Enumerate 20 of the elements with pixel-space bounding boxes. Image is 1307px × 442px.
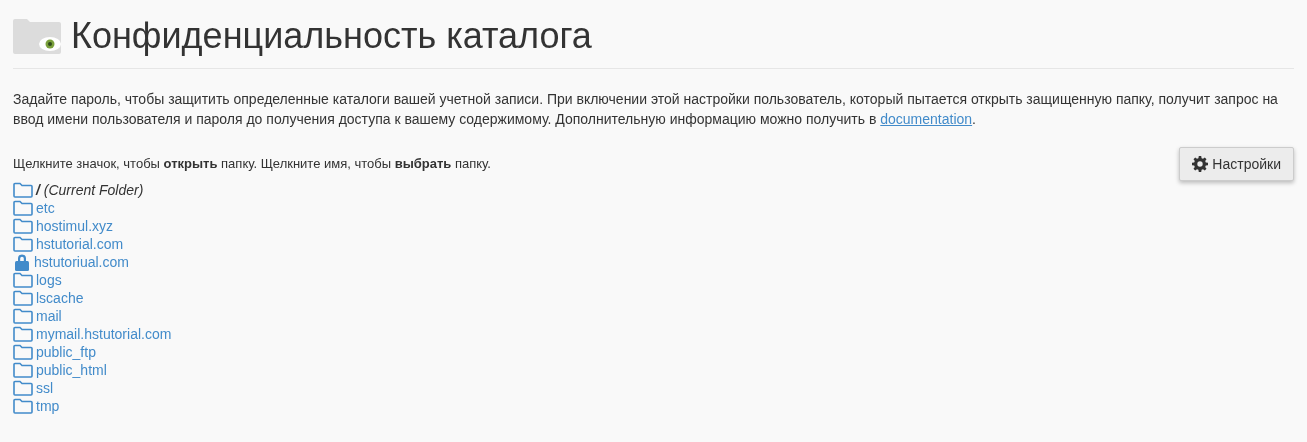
folder-icon[interactable]	[13, 272, 33, 288]
settings-icon	[1192, 156, 1209, 172]
lock-icon[interactable]	[13, 253, 31, 271]
folder-icon[interactable]	[13, 200, 33, 216]
folder-icon[interactable]	[13, 362, 33, 378]
settings-button[interactable]: Настройки	[1179, 147, 1294, 181]
description-text: Задайте пароль, чтобы защитить определенные каталоги вашей учетной записи. При включении этой настройки пользователь, который пытается открыть защищенную папку, получит запрос на ввод имени пользователя и пароля до получения доступа к вашему содержимому. Дополнительную информацию можно получить в documentation.	[13, 90, 1279, 129]
folder-icon[interactable]	[13, 380, 33, 396]
folder-icon[interactable]	[13, 182, 33, 198]
folder-icon[interactable]	[13, 236, 33, 252]
documentation-link[interactable]: documentation	[880, 111, 973, 127]
folder-icon[interactable]	[13, 218, 33, 234]
folder-icon[interactable]	[13, 326, 33, 342]
folder-eye-icon	[13, 18, 61, 54]
folder-icon[interactable]	[13, 308, 33, 324]
instruction-text: Щелкните значок, чтобы открыть папку. Щелкните имя, чтобы выбрать папку.	[13, 155, 491, 173]
page-title: Конфиденциальность каталога	[71, 14, 592, 58]
folder-icon[interactable]	[13, 290, 33, 306]
folder-icon[interactable]	[13, 398, 33, 414]
folder-icon[interactable]	[13, 344, 33, 360]
